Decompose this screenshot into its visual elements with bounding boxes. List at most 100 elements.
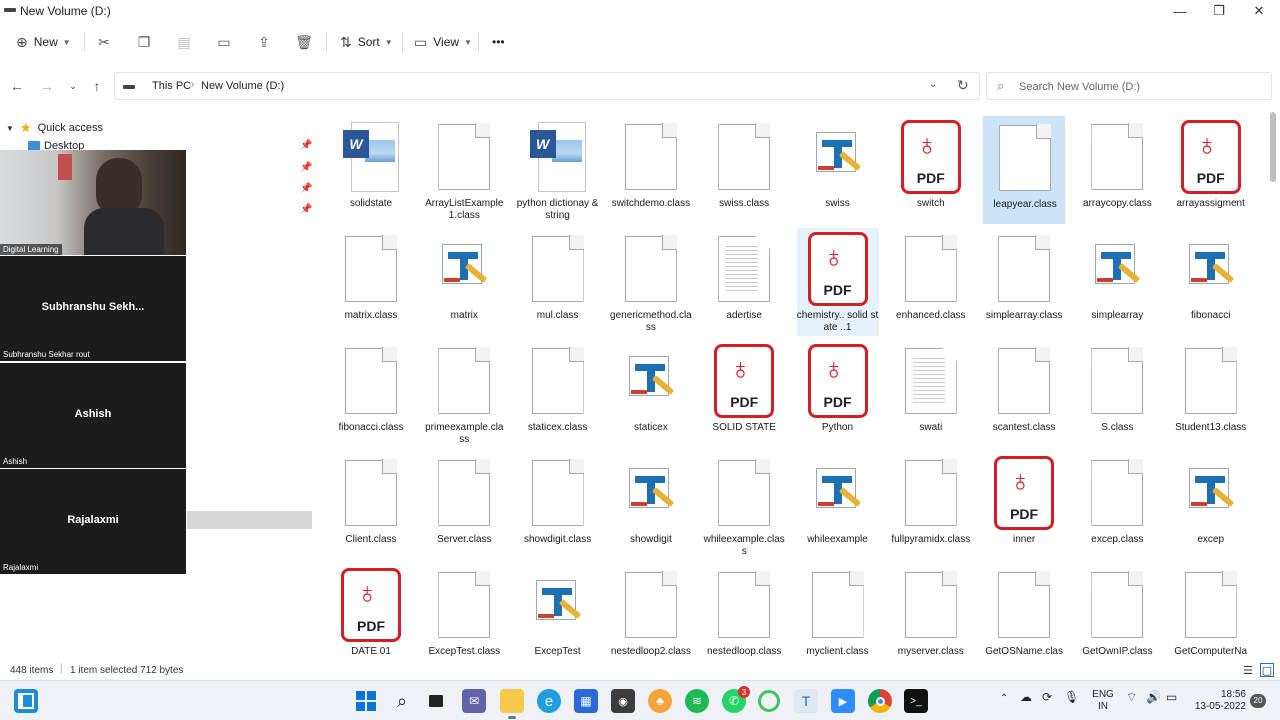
file-item[interactable]: ExcepTest.class — [423, 564, 505, 660]
video-tile-presenter[interactable]: Digital Learning — [0, 150, 186, 255]
video-tile-participant[interactable]: Ashish Ashish — [0, 363, 186, 468]
file-item[interactable]: genericmethod.class — [610, 228, 692, 336]
file-item[interactable]: swati — [890, 340, 972, 448]
terminal-icon[interactable]: >_ — [904, 689, 928, 713]
file-item[interactable]: fibonacci.class — [330, 340, 412, 448]
title-bar[interactable]: New Volume (D:) — ❐ ✕ — [0, 0, 1280, 22]
video-tile-participant[interactable]: Subhranshu Sekh... Subhranshu Sekhar rou… — [0, 256, 186, 361]
pin-icon[interactable]: 📌 — [300, 183, 312, 194]
file-item[interactable]: matrix.class — [330, 228, 412, 336]
search-input[interactable] — [1019, 78, 1259, 96]
language-indicator[interactable]: ENG IN — [1092, 689, 1114, 713]
file-item[interactable]: fibonacci — [1170, 228, 1252, 336]
file-item[interactable]: nestedloop.class — [703, 564, 785, 660]
file-item[interactable]: fullpyramidx.class — [890, 452, 972, 560]
file-item[interactable]: ArrayListExample1.class — [423, 116, 505, 224]
sort-button[interactable]: ⇅ Sort ▼ — [340, 30, 393, 54]
cloud-icon[interactable]: ☁ — [1020, 691, 1032, 703]
file-item[interactable]: ♁ PDF Python — [797, 340, 879, 448]
search-icon[interactable]: ⌕ — [390, 689, 414, 713]
breadcrumb-this-pc[interactable]: This PC — [152, 80, 191, 92]
delete-icon[interactable]: 🗑 — [294, 32, 314, 52]
pin-icon[interactable]: 📌 — [300, 204, 312, 215]
notification-count[interactable]: 20 — [1250, 694, 1266, 708]
share-icon[interactable]: ⇪ — [254, 32, 274, 52]
windows-start-icon[interactable] — [354, 689, 378, 713]
file-item[interactable]: Wsolidstate — [330, 116, 412, 224]
search-box[interactable]: ⌕ — [986, 72, 1272, 100]
file-item[interactable]: ♁ PDF arrayassigment — [1170, 116, 1252, 224]
file-item[interactable]: scantest.class — [983, 340, 1065, 448]
file-item[interactable]: simplearray.class — [983, 228, 1065, 336]
chevron-down-icon[interactable]: ⌄ — [929, 79, 937, 90]
file-item[interactable]: swiss — [797, 116, 879, 224]
chevron-up-icon[interactable]: ⌃ — [1000, 693, 1008, 705]
file-item[interactable]: GetOwnIP.class — [1076, 564, 1158, 660]
file-item[interactable]: GetComputerNa — [1170, 564, 1252, 660]
close-button[interactable]: ✕ — [1239, 0, 1279, 22]
file-item[interactable]: whileexample.class — [703, 452, 785, 560]
zoom-icon[interactable]: ▶ — [831, 689, 855, 713]
quick-access-item[interactable]: ▼ ★ Quick access — [6, 120, 103, 136]
file-item[interactable]: Client.class — [330, 452, 412, 560]
app-icon[interactable]: ◉ — [611, 689, 635, 713]
refresh-icon[interactable]: ↻ — [957, 77, 969, 94]
back-arrow-icon[interactable]: ← — [6, 76, 28, 96]
horizontal-scrollbar[interactable] — [187, 511, 312, 529]
file-item[interactable]: switchdemo.class — [610, 116, 692, 224]
file-item[interactable]: adertise — [703, 228, 785, 336]
file-item[interactable]: showdigit.class — [517, 452, 599, 560]
rename-icon[interactable]: ▭ — [214, 32, 234, 52]
tiles-view-icon[interactable]: ▢ — [1260, 663, 1274, 677]
file-item[interactable]: matrix — [423, 228, 505, 336]
file-item[interactable]: myclient.class — [797, 564, 879, 660]
chevron-right-icon[interactable]: › — [191, 79, 194, 90]
edge-icon[interactable]: e — [537, 689, 561, 713]
file-item[interactable]: nestedloop2.class — [610, 564, 692, 660]
clock[interactable]: 18:56 13-05-2022 — [1180, 689, 1246, 713]
chevron-down-icon[interactable]: ▼ — [6, 124, 14, 133]
cut-icon[interactable]: ✂ — [94, 32, 114, 52]
address-bar[interactable]: This PC › New Volume (D:) ⌄ ↻ — [114, 72, 980, 100]
file-item[interactable]: ♁ PDF switch — [890, 116, 972, 224]
task-view-icon[interactable] — [424, 689, 448, 713]
text-editor-icon[interactable]: T — [794, 689, 818, 713]
file-item[interactable]: excep.class — [1076, 452, 1158, 560]
file-item[interactable]: myserver.class — [890, 564, 972, 660]
whatsapp-icon[interactable]: ✆ 3 — [722, 686, 750, 713]
video-tile-participant[interactable]: Rajalaxmi Rajalaxmi — [0, 469, 186, 574]
refresh-app-icon[interactable] — [758, 690, 780, 712]
file-item[interactable]: excep — [1170, 452, 1252, 560]
file-item[interactable]: Student13.class — [1170, 340, 1252, 448]
minimize-button[interactable]: — — [1160, 0, 1200, 22]
wifi-icon[interactable]: ⌔ — [1126, 691, 1137, 703]
file-item[interactable]: ♁ PDF chemistry.. solid state ..1 — [796, 228, 879, 336]
sync-icon[interactable]: ⟳ — [1042, 691, 1052, 703]
battery-icon[interactable]: ▭ — [1166, 691, 1177, 703]
maximize-button[interactable]: ❐ — [1199, 0, 1239, 22]
chrome-icon[interactable] — [868, 689, 892, 713]
file-explorer-icon[interactable] — [500, 689, 524, 719]
file-item[interactable]: ♁ PDF inner — [983, 452, 1065, 560]
spotify-icon[interactable]: ≋ — [685, 689, 709, 713]
file-item[interactable]: Server.class — [423, 452, 505, 560]
recent-chevron-icon[interactable]: ⌄ — [62, 76, 84, 96]
chat-icon[interactable]: ✉ — [462, 689, 486, 713]
copy-icon[interactable]: ❐ — [134, 32, 154, 52]
vertical-scrollbar[interactable] — [1270, 112, 1276, 182]
file-item[interactable]: simplearray — [1076, 228, 1158, 336]
store-icon[interactable]: ▦ — [574, 689, 598, 713]
widgets-icon[interactable] — [14, 689, 38, 713]
file-item[interactable]: mul.class — [517, 228, 599, 336]
file-item[interactable]: staticex — [610, 340, 692, 448]
forward-arrow-icon[interactable]: → — [36, 76, 58, 96]
file-item[interactable]: GetOSName.class — [983, 564, 1065, 660]
file-item[interactable]: swiss.class — [703, 116, 785, 224]
file-item[interactable]: ♁ PDF SOLID STATE — [703, 340, 785, 448]
file-item[interactable]: ExcepTest — [517, 564, 599, 660]
file-item[interactable]: enhanced.class — [890, 228, 972, 336]
paste-icon[interactable]: ▤ — [174, 32, 194, 52]
new-button[interactable]: ⊕ New ▼ — [16, 30, 71, 54]
microphone-icon[interactable]: 🎙 — [1064, 691, 1079, 703]
more-button[interactable]: ••• — [492, 30, 505, 54]
